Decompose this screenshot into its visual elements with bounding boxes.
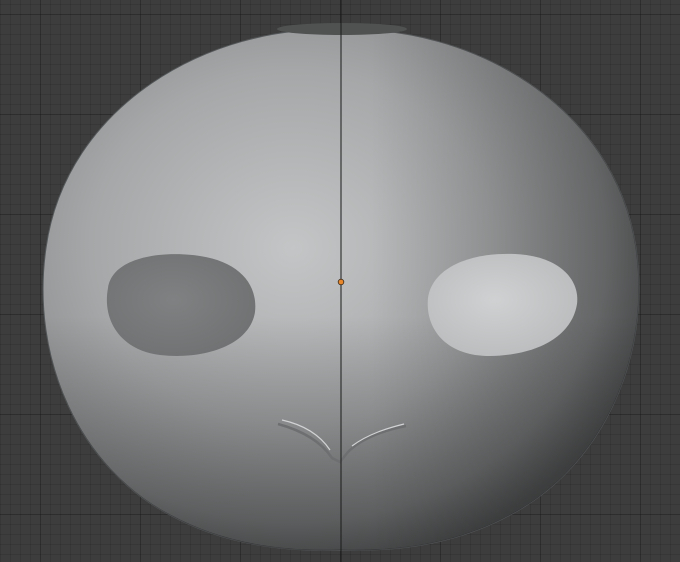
top-opening [277, 23, 407, 35]
origin-point-icon[interactable] [337, 278, 345, 286]
3d-viewport[interactable] [0, 0, 680, 562]
viewport-scene [42, 0, 640, 562]
eye-hole-left [106, 254, 256, 356]
